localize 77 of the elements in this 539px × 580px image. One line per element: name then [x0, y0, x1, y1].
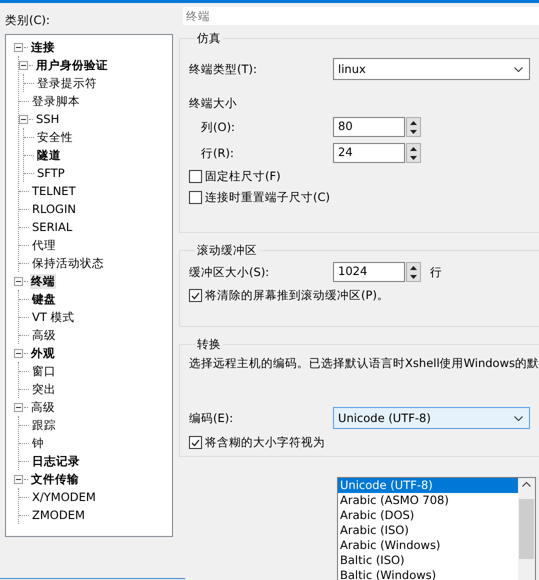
- down-triangle-icon: [410, 156, 418, 160]
- collapse-toggle-icon[interactable]: [14, 348, 23, 358]
- checkbox-option[interactable]: 将清除的屏幕推到滚动缓冲区(P)。: [189, 288, 539, 303]
- chevron-down-icon: [514, 66, 524, 72]
- tree-item[interactable]: 外观: [30, 346, 56, 360]
- description-text: 选择远程主机的编码。已选择默认语言时Xshell使用Windows的默: [189, 356, 539, 371]
- group-title: 仿真: [196, 31, 222, 46]
- tree-item[interactable]: 窗口: [31, 364, 57, 378]
- tree-item[interactable]: 钟: [31, 436, 45, 450]
- list-option[interactable]: Arabic (ASMO 708): [338, 493, 518, 508]
- category-label: 类别(C):: [5, 13, 51, 28]
- unit-label: 行: [430, 264, 442, 280]
- collapse-toggle-icon[interactable]: [14, 276, 23, 286]
- checkbox-option[interactable]: 连接时重置端子尺寸(C): [189, 190, 539, 205]
- tree-item[interactable]: 日志记录: [31, 454, 81, 468]
- tree-item[interactable]: 连接: [30, 40, 56, 54]
- encoding-dropdown[interactable]: Unicode (UTF-8): [333, 407, 530, 429]
- up-triangle-icon: [410, 120, 418, 124]
- chevron-down-icon: [514, 416, 524, 420]
- field-label: 编码(E):: [189, 410, 234, 426]
- list-option[interactable]: Arabic (ISO): [338, 523, 518, 538]
- tree-item[interactable]: 保持活动状态: [31, 256, 105, 270]
- tree-item[interactable]: 安全性: [36, 130, 74, 144]
- tree-item[interactable]: 登录脚本: [31, 94, 81, 108]
- checkbox-option[interactable]: 固定柱尺寸(F): [189, 169, 539, 184]
- field-label: 缓冲区大小(S):: [189, 264, 270, 280]
- group-title: 滚动缓冲区: [196, 243, 258, 258]
- collapse-toggle-icon[interactable]: [19, 60, 28, 70]
- terminal-type-dropdown[interactable]: linux: [333, 58, 530, 80]
- scrollbar[interactable]: [518, 478, 535, 580]
- tree-item[interactable]: 突出: [31, 382, 57, 396]
- tree-item[interactable]: VT 模式: [31, 310, 76, 324]
- tree-item[interactable]: SSH: [35, 112, 60, 126]
- collapse-toggle-icon[interactable]: [19, 114, 28, 124]
- checkmark-icon: [191, 292, 200, 300]
- field-label: 终端类型(T):: [189, 62, 258, 76]
- tree-item[interactable]: X/YMODEM: [31, 490, 97, 504]
- number-field[interactable]: 80: [333, 117, 406, 137]
- tree-item[interactable]: ZMODEM: [31, 508, 86, 522]
- checkbox[interactable]: [189, 289, 202, 302]
- checkbox[interactable]: [189, 191, 202, 204]
- checkbox[interactable]: [189, 436, 202, 449]
- section-label: 终端大小: [189, 96, 238, 111]
- collapse-toggle-icon[interactable]: [14, 474, 23, 484]
- tree-item[interactable]: RLOGIN: [31, 202, 77, 216]
- checkbox[interactable]: [189, 170, 202, 183]
- collapse-toggle-icon[interactable]: [14, 42, 23, 52]
- tree-item[interactable]: SFTP: [36, 166, 66, 180]
- collapse-toggle-icon[interactable]: [14, 402, 23, 412]
- tree-item[interactable]: 隧道: [36, 148, 62, 162]
- list-option[interactable]: Baltic (ISO): [338, 553, 518, 568]
- number-field[interactable]: 24: [333, 143, 406, 163]
- field-label: 列(O):: [200, 120, 236, 134]
- page-title: 终端: [183, 7, 539, 25]
- tree-item[interactable]: 代理: [31, 238, 57, 252]
- group-title: 转换: [196, 337, 222, 352]
- tree-item[interactable]: 终端: [30, 274, 56, 288]
- tree-item[interactable]: 跟踪: [31, 418, 57, 432]
- tree-item[interactable]: 用户身份验证: [35, 58, 109, 72]
- checkmark-icon: [191, 438, 200, 446]
- up-triangle-icon: [410, 266, 418, 270]
- tree-item[interactable]: 登录提示符: [36, 76, 98, 90]
- checkbox-option[interactable]: 将含糊的大小字符视为: [189, 435, 539, 450]
- field-label: 行(R):: [200, 146, 235, 160]
- down-triangle-icon: [410, 274, 418, 278]
- list-option[interactable]: Unicode (UTF-8): [338, 478, 518, 493]
- list-option[interactable]: Arabic (DOS): [338, 508, 518, 523]
- tree-item[interactable]: SERIAL: [31, 220, 74, 234]
- tree-item[interactable]: TELNET: [31, 184, 77, 198]
- up-triangle-icon: [410, 146, 418, 150]
- number-field[interactable]: 1024: [333, 262, 406, 282]
- down-triangle-icon: [410, 130, 418, 134]
- tree-item[interactable]: 高级: [30, 400, 56, 414]
- tree-item[interactable]: 键盘: [31, 292, 57, 306]
- tree-item[interactable]: 文件传输: [30, 472, 80, 486]
- list-option[interactable]: Arabic (Windows): [338, 538, 518, 553]
- tree-item[interactable]: 高级: [31, 328, 57, 342]
